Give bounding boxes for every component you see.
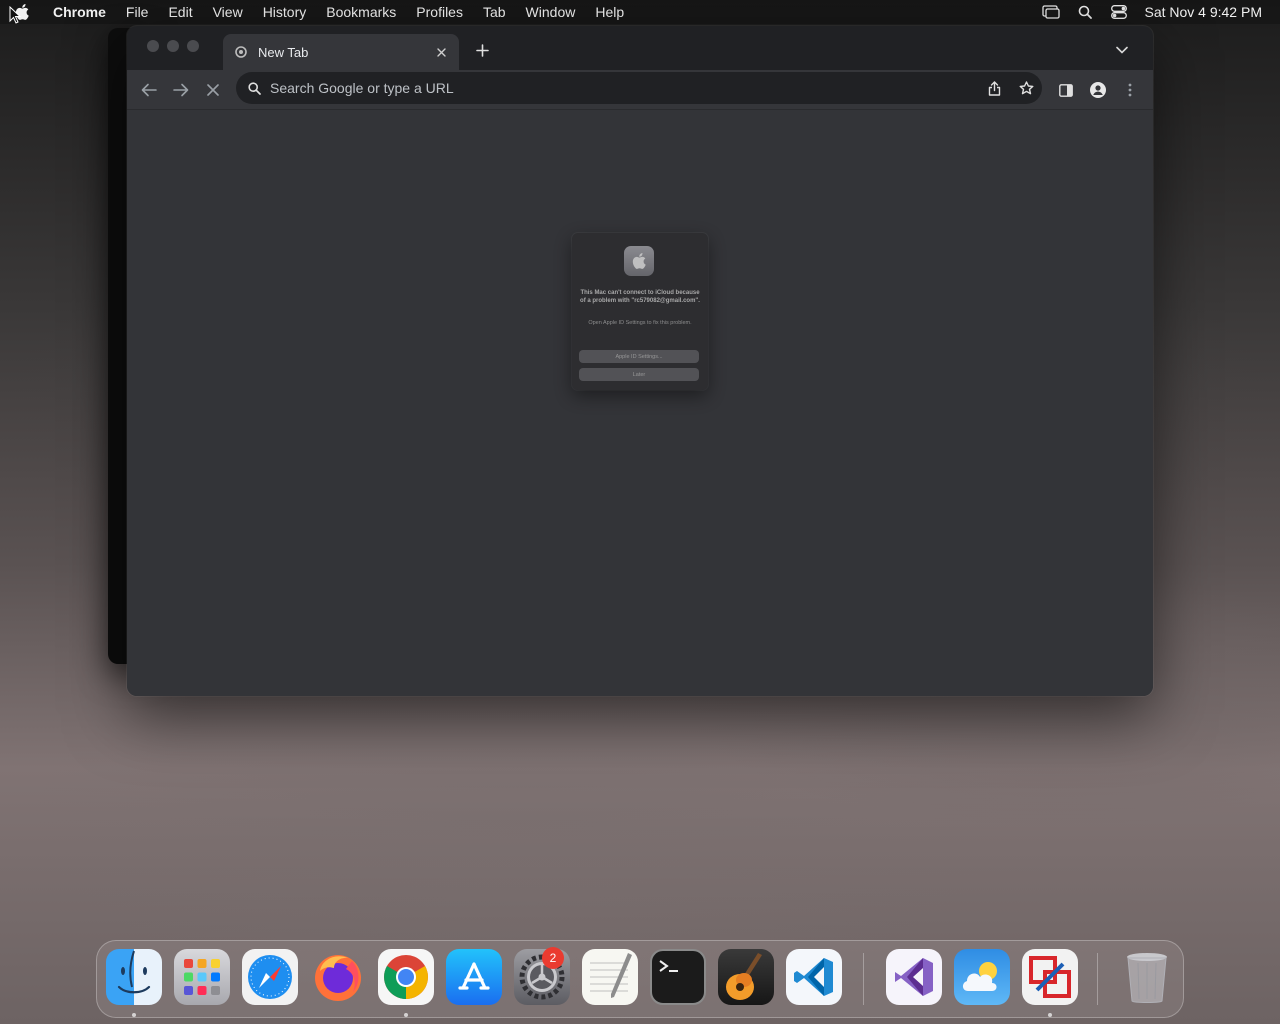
alert-detail: Open Apple ID Settings to fix this probl…: [588, 320, 692, 326]
dock-finder[interactable]: [106, 949, 162, 1005]
screen-mirroring-icon[interactable]: [1034, 0, 1068, 24]
menubar-clock[interactable]: Sat Nov 4 9:42 PM: [1136, 4, 1262, 20]
new-tab-button[interactable]: [471, 39, 493, 61]
dock-separator: [1097, 953, 1098, 1005]
profile-button[interactable]: [1084, 76, 1112, 104]
close-tab-icon[interactable]: [433, 44, 449, 60]
alert-message: This Mac can't connect to iCloud because…: [580, 290, 700, 304]
page-content: [127, 110, 1153, 696]
menu-file[interactable]: File: [116, 0, 159, 24]
menu-view[interactable]: View: [203, 0, 253, 24]
dock-launchpad[interactable]: [174, 949, 230, 1005]
chevron-down-icon: [1116, 46, 1128, 54]
side-panel-icon: [1059, 83, 1073, 97]
dock-visual-studio[interactable]: [886, 949, 942, 1005]
minimize-window-button[interactable]: [167, 40, 179, 52]
tab-new-tab[interactable]: New Tab: [223, 34, 459, 70]
menu-app-chrome[interactable]: Chrome: [44, 0, 116, 24]
menu-edit[interactable]: Edit: [158, 0, 202, 24]
close-icon: [207, 84, 219, 96]
dock-safari[interactable]: [242, 949, 298, 1005]
menu-button[interactable]: [1116, 76, 1144, 104]
dock-textedit[interactable]: [582, 949, 638, 1005]
avatar-icon: [1090, 82, 1106, 98]
launchpad-grid-icon: [184, 959, 220, 995]
finder-face-icon: [117, 950, 151, 994]
menu-tab[interactable]: Tab: [473, 0, 516, 24]
arrow-right-icon: [173, 83, 189, 97]
menu-profiles[interactable]: Profiles: [406, 0, 473, 24]
menu-bar: Chrome File Edit View History Bookmarks …: [0, 0, 1280, 24]
back-button[interactable]: [135, 76, 163, 104]
dock-chrome[interactable]: [378, 949, 434, 1005]
more-vert-icon: [1128, 83, 1132, 97]
share-icon[interactable]: [978, 72, 1010, 104]
plus-icon: [475, 43, 489, 57]
dock-separator: [863, 953, 864, 1005]
dock-weather[interactable]: [954, 949, 1010, 1005]
omnibox[interactable]: [236, 72, 1042, 104]
dock-garageband[interactable]: [718, 949, 774, 1005]
dock-running-indicator: [132, 1013, 136, 1017]
dock-trash[interactable]: [1119, 949, 1175, 1005]
firefox-icon: [315, 955, 361, 1001]
visual-studio-icon: [895, 958, 933, 996]
stop-loading-button[interactable]: [199, 76, 227, 104]
spotlight-search-icon[interactable]: [1068, 0, 1102, 24]
safari-compass-icon: [248, 955, 292, 999]
forward-button[interactable]: [167, 76, 195, 104]
textedit-icon: [590, 953, 632, 998]
tab-title: New Tab: [258, 44, 309, 60]
mouse-cursor: [9, 5, 22, 29]
dock-terminal[interactable]: [650, 949, 706, 1005]
tab-search-button[interactable]: [1111, 39, 1133, 61]
vscode-icon: [794, 958, 833, 996]
dock-running-indicator: [1048, 1013, 1052, 1017]
app-store-icon: [458, 962, 490, 990]
dock: 2: [96, 940, 1184, 1018]
arrow-left-icon: [141, 83, 157, 97]
dock-running-indicator: [404, 1013, 408, 1017]
bookmark-star-icon[interactable]: [1010, 72, 1042, 104]
apple-menu[interactable]: [0, 0, 44, 24]
menu-help[interactable]: Help: [585, 0, 634, 24]
dock-app-store[interactable]: [446, 949, 502, 1005]
chrome-favicon-icon: [233, 44, 249, 60]
pointer-icon: [9, 5, 22, 24]
menu-window[interactable]: Window: [516, 0, 586, 24]
guitar-icon: [726, 953, 762, 1000]
side-panel-button[interactable]: [1052, 76, 1080, 104]
weather-cloud-icon: [962, 962, 997, 991]
menu-bookmarks[interactable]: Bookmarks: [316, 0, 406, 24]
dock-parallels[interactable]: [1022, 949, 1078, 1005]
search-icon: [246, 80, 262, 96]
dock-vscode[interactable]: [786, 949, 842, 1005]
chrome-icon: [384, 955, 428, 999]
apple-id-settings-button[interactable]: Apple ID Settings...: [579, 350, 699, 363]
later-button[interactable]: Later: [579, 368, 699, 381]
window-controls: [147, 40, 199, 52]
zoom-window-button[interactable]: [187, 40, 199, 52]
browser-toolbar: [127, 70, 1153, 110]
control-center-icon[interactable]: [1102, 0, 1136, 24]
parallels-icon: [1029, 956, 1071, 998]
trash-icon: [1127, 953, 1167, 1003]
apple-logo-icon: [624, 246, 654, 276]
menu-history[interactable]: History: [253, 0, 317, 24]
terminal-icon: [659, 960, 678, 972]
close-window-button[interactable]: [147, 40, 159, 52]
dock-firefox[interactable]: [310, 949, 366, 1005]
tab-strip: New Tab: [127, 26, 1153, 70]
omnibox-input[interactable]: [270, 80, 978, 96]
icloud-alert-dialog: This Mac can't connect to iCloud because…: [572, 233, 708, 390]
notification-badge: 2: [542, 947, 564, 969]
